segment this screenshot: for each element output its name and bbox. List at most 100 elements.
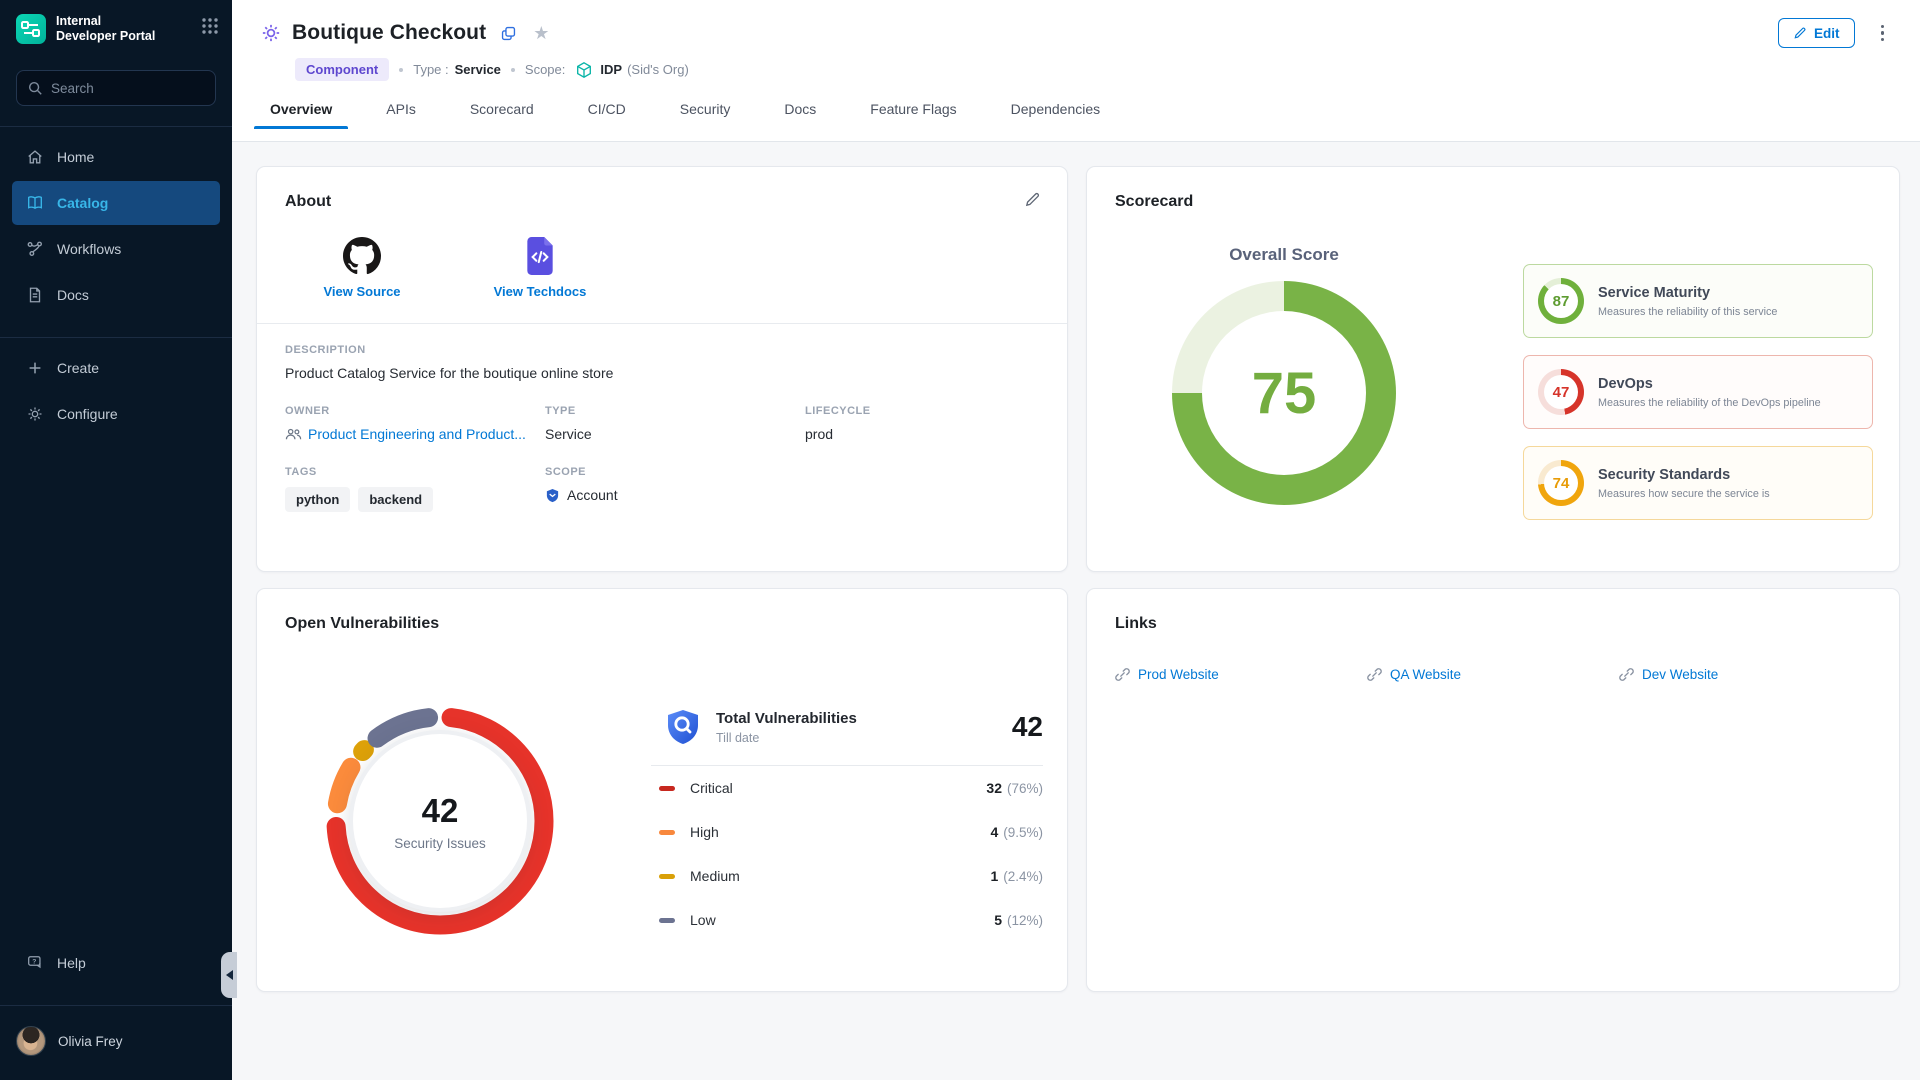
- score-ring: 47: [1538, 369, 1584, 415]
- user-name: Olivia Frey: [58, 1034, 123, 1049]
- link-chain-icon: [1115, 667, 1130, 682]
- tab-overview[interactable]: Overview: [268, 101, 334, 129]
- page-title: Boutique Checkout: [292, 21, 486, 45]
- dot-separator: [511, 68, 515, 72]
- entity-gear-icon: [260, 22, 282, 44]
- severity-label: Critical: [690, 780, 986, 796]
- search-input[interactable]: Search: [16, 70, 216, 106]
- score-item-name: DevOps: [1598, 376, 1821, 392]
- sidebar-item-label: Docs: [57, 287, 89, 303]
- component-badge[interactable]: Component: [295, 58, 389, 81]
- sidebar-item-home[interactable]: Home: [12, 135, 220, 179]
- total-vulnerabilities-value: 42: [1012, 711, 1043, 743]
- divider: [0, 126, 232, 127]
- tab-scorecard[interactable]: Scorecard: [468, 101, 536, 129]
- description-value: Product Catalog Service for the boutique…: [285, 365, 1039, 381]
- breadcrumb: Component Type : Service Scope: IDP (Sid…: [232, 48, 1920, 81]
- search-icon: [27, 80, 43, 96]
- workflow-icon: [26, 240, 44, 258]
- sidebar-item-label: Create: [57, 360, 99, 376]
- scope-value: IDP: [600, 62, 622, 77]
- overall-score-label: Overall Score: [1172, 245, 1396, 265]
- overall-score-donut: 75: [1172, 281, 1396, 505]
- tab-docs[interactable]: Docs: [782, 101, 818, 129]
- edit-button[interactable]: Edit: [1778, 18, 1855, 48]
- tab-feature-flags[interactable]: Feature Flags: [868, 101, 958, 129]
- scorecard-card: Scorecard Overall Score 75 87 Service Ma…: [1086, 166, 1900, 572]
- divider: [0, 1005, 232, 1006]
- sidebar-item-create[interactable]: Create: [12, 346, 220, 390]
- apps-grid-icon[interactable]: [200, 16, 220, 41]
- document-icon: [26, 286, 44, 304]
- scorecard-title: Scorecard: [1087, 167, 1899, 211]
- scorecard-item-devops[interactable]: 47 DevOps Measures the reliability of th…: [1523, 355, 1873, 429]
- tab-dependencies[interactable]: Dependencies: [1009, 101, 1103, 129]
- view-source-link[interactable]: View Source: [301, 237, 423, 299]
- owner-label: OWNER: [285, 405, 545, 417]
- overall-score-value: 75: [1172, 281, 1396, 505]
- tab-apis[interactable]: APIs: [384, 101, 418, 129]
- avatar: [16, 1026, 46, 1056]
- tab-cicd[interactable]: CI/CD: [586, 101, 628, 129]
- app-logo[interactable]: [16, 14, 46, 44]
- vulnerabilities-title: Open Vulnerabilities: [257, 589, 1067, 633]
- tag-backend[interactable]: backend: [358, 487, 433, 512]
- severity-label: Low: [690, 912, 994, 928]
- view-source-label: View Source: [323, 284, 400, 299]
- till-date-caption: Till date: [716, 731, 999, 745]
- scorecard-item-security-standards[interactable]: 74 Security Standards Measures how secur…: [1523, 446, 1873, 520]
- more-options-icon[interactable]: [1881, 25, 1885, 42]
- high-dash-icon: [659, 830, 675, 835]
- links-title: Links: [1087, 589, 1899, 633]
- scope-field-label: SCOPE: [545, 466, 805, 478]
- cube-icon: [575, 61, 593, 79]
- link-dev-website[interactable]: Dev Website: [1619, 667, 1871, 682]
- description-label: DESCRIPTION: [285, 344, 1039, 356]
- book-icon: [26, 194, 44, 212]
- link-label: Prod Website: [1138, 667, 1219, 682]
- medium-dash-icon: [659, 874, 675, 879]
- sidebar-collapse-handle[interactable]: [221, 952, 237, 998]
- view-techdocs-link[interactable]: View Techdocs: [479, 237, 601, 299]
- user-menu[interactable]: Olivia Frey: [0, 1014, 232, 1070]
- vulnerabilities-card: Open Vulnerabilities 42 Security Issues: [256, 588, 1068, 992]
- type-field-label: TYPE: [545, 405, 805, 417]
- sidebar-item-label: Workflows: [57, 241, 121, 257]
- severity-row-low: Low 5 (12%): [651, 898, 1043, 942]
- about-title: About: [257, 167, 1067, 211]
- score-item-desc: Measures the reliability of the DevOps p…: [1598, 397, 1821, 409]
- star-icon[interactable]: ★: [533, 23, 549, 44]
- severity-row-medium: Medium 1 (2.4%): [651, 854, 1043, 898]
- copy-icon[interactable]: [500, 25, 517, 42]
- sidebar-item-workflows[interactable]: Workflows: [12, 227, 220, 271]
- donut-caption: Security Issues: [394, 836, 486, 851]
- severity-percent: (9.5%): [1003, 825, 1043, 840]
- sidebar-item-docs[interactable]: Docs: [12, 273, 220, 317]
- lifecycle-label: LIFECYCLE: [805, 405, 1039, 417]
- scope-label: Scope:: [525, 62, 565, 77]
- app-title: Internal Developer Portal: [56, 14, 200, 44]
- link-prod-website[interactable]: Prod Website: [1115, 667, 1367, 682]
- tag-python[interactable]: python: [285, 487, 350, 512]
- sidebar-item-label: Catalog: [57, 195, 108, 211]
- severity-percent: (76%): [1007, 781, 1043, 796]
- severity-count: 4: [990, 824, 998, 840]
- scorecard-item-service-maturity[interactable]: 87 Service Maturity Measures the reliabi…: [1523, 264, 1873, 338]
- search-placeholder: Search: [51, 81, 94, 96]
- sidebar-item-configure[interactable]: Configure: [12, 392, 220, 436]
- account-shield-icon: [545, 488, 560, 503]
- about-edit-pencil-icon[interactable]: [1024, 191, 1041, 213]
- tab-security[interactable]: Security: [678, 101, 733, 129]
- home-icon: [26, 148, 44, 166]
- gear-icon: [26, 405, 44, 423]
- svg-text:?: ?: [32, 959, 36, 966]
- severity-label: High: [690, 824, 990, 840]
- scope-field-value: Account: [567, 487, 618, 503]
- owner-link[interactable]: Product Engineering and Product...: [285, 426, 545, 442]
- severity-percent: (12%): [1007, 913, 1043, 928]
- sidebar-item-help[interactable]: ? Help: [12, 941, 220, 985]
- dot-separator: [399, 68, 403, 72]
- link-qa-website[interactable]: QA Website: [1367, 667, 1619, 682]
- techdocs-icon: [523, 237, 557, 275]
- sidebar-item-catalog[interactable]: Catalog: [12, 181, 220, 225]
